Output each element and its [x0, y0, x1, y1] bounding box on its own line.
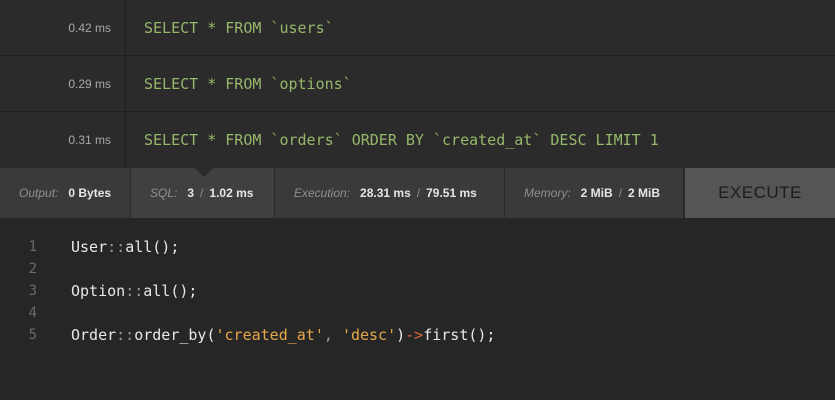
code-token: :: [125, 282, 144, 300]
code-token: (); [152, 238, 180, 256]
code-line[interactable]: 1 User::all(); [0, 236, 835, 258]
query-time: 0.31 ms [0, 112, 126, 168]
code-line[interactable]: 5 Order::order_by('created_at', 'desc')->… [0, 324, 835, 346]
query-row: 0.42 ms SELECT * FROM `users` [0, 0, 835, 56]
code-token: ) [396, 326, 406, 344]
query-time: 0.29 ms [0, 56, 126, 111]
code-token: all [143, 282, 171, 300]
query-row: 0.31 ms SELECT * FROM `orders` ORDER BY … [0, 112, 835, 168]
code-token: (); [170, 282, 198, 300]
execute-button[interactable]: EXECUTE [684, 168, 835, 218]
memory-peak: 2 MiB [628, 186, 661, 200]
sql-separator: / [200, 186, 204, 200]
code-token: -> [405, 326, 424, 344]
query-time: 0.42 ms [0, 0, 126, 55]
code-token: 'desc' [341, 326, 397, 344]
code-line[interactable]: 3 Option::all(); [0, 280, 835, 302]
query-sql: SELECT * FROM `orders` ORDER BY `created… [144, 131, 659, 149]
memory-stat: Memory: 2 MiB / 2 MiB [505, 168, 684, 218]
code-line[interactable]: 2 [0, 258, 835, 280]
sql-count: 3 [187, 186, 195, 200]
code-token: order_by( [134, 326, 216, 344]
execution-label: Execution: [294, 186, 351, 200]
output-label: Output: [19, 186, 59, 200]
code-text[interactable]: Option::all(); [37, 282, 197, 300]
memory-used: 2 MiB [580, 186, 613, 200]
status-bar: Output: 0 Bytes SQL: 3 / 1.02 ms Executi… [0, 168, 835, 218]
code-token: , [323, 326, 342, 344]
execution-stat: Execution: 28.31 ms / 79.51 ms [275, 168, 505, 218]
execution-total: 79.51 ms [426, 186, 477, 200]
sql-panel-caret [195, 168, 213, 177]
line-number: 4 [28, 305, 37, 321]
code-token: 'created_at' [215, 326, 324, 344]
code-editor[interactable]: 1 User::all(); 2 3 Option::all(); 4 5 Order::or… [0, 218, 835, 346]
output-value: 0 Bytes [68, 186, 112, 200]
line-number: 3 [28, 283, 37, 299]
query-sql: SELECT * FROM `users` [144, 18, 334, 37]
memory-separator: / [618, 186, 623, 200]
query-sql: SELECT * FROM `options` [144, 74, 352, 93]
line-number: 2 [28, 261, 37, 277]
line-number: 1 [28, 239, 37, 255]
output-stat[interactable]: Output: 0 Bytes [0, 168, 131, 218]
code-line[interactable]: 4 [0, 302, 835, 324]
code-token: Order [71, 326, 117, 344]
code-token: all [125, 238, 153, 256]
sql-time: 1.02 ms [209, 186, 254, 200]
query-log: 0.42 ms SELECT * FROM `users` 0.29 ms SE… [0, 0, 835, 168]
line-number: 5 [28, 327, 37, 343]
execution-time: 28.31 ms [360, 186, 411, 200]
code-token: :: [107, 238, 126, 256]
query-row: 0.29 ms SELECT * FROM `options` [0, 56, 835, 112]
memory-label: Memory: [524, 186, 571, 200]
code-token: first(); [423, 326, 496, 344]
code-text[interactable]: User::all(); [37, 238, 179, 256]
code-text[interactable]: Order::order_by('created_at', 'desc')->f… [37, 326, 495, 344]
sql-label: SQL: [150, 186, 178, 200]
code-token: Option [71, 282, 126, 300]
execution-separator: / [416, 186, 421, 200]
code-token: User [71, 238, 108, 256]
code-token: :: [116, 326, 135, 344]
